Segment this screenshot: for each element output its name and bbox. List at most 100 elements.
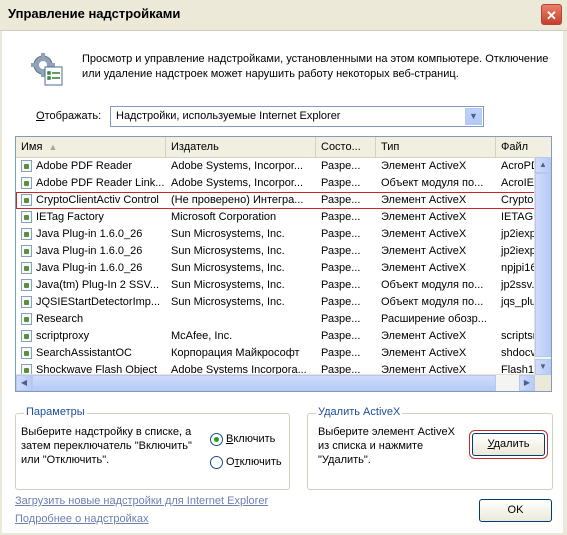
- list-rows: Adobe PDF Reader Adobe Systems, Incorpor.…: [16, 158, 537, 375]
- cell-publisher: Sun Microsystems, Inc.: [171, 245, 285, 257]
- column-header-publisher[interactable]: Издатель: [166, 137, 316, 157]
- close-button[interactable]: ✕: [541, 4, 562, 25]
- disable-radio[interactable]: [210, 456, 223, 469]
- cell-name: SearchAssistantOC: [36, 347, 132, 359]
- cell-file: jqs_plu: [501, 296, 536, 308]
- table-row[interactable]: Java Plug-in 1.6.0_26 Sun Microsystems, I…: [16, 243, 537, 260]
- cell-file: AcroPD: [501, 160, 537, 172]
- cell-file: AcroIEI: [501, 177, 537, 189]
- cell-type: Элемент ActiveX: [381, 211, 467, 223]
- cell-file: IETAG.: [501, 211, 537, 223]
- enable-label[interactable]: Включить: [226, 433, 275, 445]
- sort-up-icon: ▲: [48, 142, 58, 152]
- cell-name: Adobe PDF Reader: [36, 160, 132, 172]
- table-row[interactable]: Java Plug-in 1.6.0_26 Sun Microsystems, I…: [16, 260, 537, 277]
- download-addons-link[interactable]: Загрузить новые надстройки для Internet …: [15, 495, 268, 507]
- cell-file: scriptsn: [501, 330, 537, 342]
- table-row[interactable]: SearchAssistantOC Корпорация Майкрософт Ра…: [16, 345, 537, 362]
- params-text: Выберите надстройку в списке, а затем пе…: [21, 426, 192, 466]
- column-header-name[interactable]: Имя ▲: [16, 137, 166, 157]
- cell-name: Java Plug-in 1.6.0_26: [36, 262, 143, 274]
- remove-legend: Удалить ActiveX: [316, 406, 403, 418]
- cell-state: Разре...: [321, 194, 361, 206]
- cell-publisher: (Не проверено) Интегра...: [171, 194, 304, 206]
- cell-name: Research: [36, 313, 84, 325]
- horizontal-scroll-thumb[interactable]: [32, 375, 496, 391]
- cell-file: jp2iexp: [501, 228, 536, 240]
- cell-state: Разре...: [321, 313, 361, 325]
- filter-select-value: Надстройки, используемые Internet Explor…: [116, 110, 341, 122]
- table-row[interactable]: IETag Factory Microsoft Corporation Разре.…: [16, 209, 537, 226]
- scroll-corner: [535, 375, 551, 391]
- enable-radio[interactable]: [210, 433, 223, 446]
- cell-state: Разре...: [321, 177, 361, 189]
- scroll-right-icon[interactable]: ▶: [519, 375, 535, 391]
- cell-name: IETag Factory: [36, 211, 104, 223]
- remove-button[interactable]: Удалить: [469, 430, 548, 459]
- table-row[interactable]: Research Разре... Расширение обозр...: [16, 311, 537, 328]
- cell-file: shdocv: [501, 347, 536, 359]
- disable-label[interactable]: Отключить: [226, 456, 282, 468]
- cell-publisher: Sun Microsystems, Inc.: [171, 228, 285, 240]
- cell-publisher: Корпорация Майкрософт: [171, 347, 300, 359]
- cell-type: Элемент ActiveX: [381, 330, 467, 342]
- remove-activex-group: Удалить ActiveX Выберите элемент ActiveX…: [307, 406, 553, 490]
- header-description: Просмотр и управление надстройками, уста…: [82, 53, 549, 80]
- table-row[interactable]: Adobe PDF Reader Link... Adobe Systems, I…: [16, 175, 537, 192]
- cell-state: Разре...: [321, 347, 361, 359]
- cell-type: Элемент ActiveX: [381, 347, 467, 359]
- list-header: Имя ▲ Издатель Состо... Тип Файл: [16, 137, 551, 158]
- cell-name: Java Plug-in 1.6.0_26: [36, 245, 143, 257]
- cell-file: jp2ssv.: [501, 279, 535, 291]
- cell-type: Элемент ActiveX: [381, 194, 467, 206]
- scroll-left-icon[interactable]: ◀: [16, 375, 32, 391]
- scroll-up-icon[interactable]: ▲: [535, 157, 551, 173]
- table-row[interactable]: Java(tm) Plug-In 2 SSV... Sun Microsystem…: [16, 277, 537, 294]
- vertical-scroll-thumb[interactable]: [535, 173, 551, 357]
- cell-file: [496, 311, 537, 328]
- more-about-addons-link[interactable]: Подробнее о надстройках: [15, 513, 148, 525]
- column-header-file[interactable]: Файл: [496, 137, 551, 157]
- cell-file: Crypto: [501, 194, 534, 206]
- cell-state: Разре...: [321, 228, 361, 240]
- cell-type: Объект модуля по...: [381, 296, 484, 308]
- column-header-state[interactable]: Состо...: [316, 137, 376, 157]
- cell-type: Элемент ActiveX: [381, 245, 467, 257]
- cell-file: jp2iexp: [501, 245, 536, 257]
- params-group: Параметры Выберите надстройку в списке, …: [15, 406, 290, 490]
- cell-file: npjpi16: [501, 262, 537, 274]
- cell-publisher: Sun Microsystems, Inc.: [171, 296, 285, 308]
- cell-publisher: McAfee, Inc.: [171, 330, 233, 342]
- cell-state: Разре...: [321, 245, 361, 257]
- cell-type: Объект модуля по...: [381, 279, 484, 291]
- column-header-type[interactable]: Тип: [376, 137, 496, 157]
- cell-name: Java Plug-in 1.6.0_26: [36, 228, 143, 240]
- table-row[interactable]: Adobe PDF Reader Adobe Systems, Incorpor.…: [16, 158, 537, 175]
- cell-publisher: Sun Microsystems, Inc.: [171, 262, 285, 274]
- vertical-scrollbar[interactable]: ▲ ▼: [534, 157, 551, 375]
- table-row[interactable]: Java Plug-in 1.6.0_26 Sun Microsystems, I…: [16, 226, 537, 243]
- ok-button[interactable]: OK: [479, 499, 552, 522]
- remove-text: Выберите элемент ActiveX из списка и наж…: [318, 426, 455, 466]
- cell-state: Разре...: [321, 262, 361, 274]
- filter-label: Отображать:: [36, 110, 102, 122]
- cell-state: Разре...: [321, 330, 361, 342]
- cell-publisher: Adobe Systems, Incorpor...: [171, 160, 304, 172]
- table-row[interactable]: JQSIEStartDetectorImp... Sun Microsystems…: [16, 294, 537, 311]
- table-row[interactable]: scriptproxy McAfee, Inc. Разре... Элемент A…: [16, 328, 537, 345]
- filter-select[interactable]: Надстройки, используемые Internet Explor…: [110, 106, 484, 127]
- cell-state: Разре...: [321, 160, 361, 172]
- cell-type: Объект модуля по...: [381, 177, 484, 189]
- table-row[interactable]: CryptoClientActiv Control (Не проверено) …: [16, 192, 537, 209]
- chevron-down-icon[interactable]: ▼: [465, 108, 482, 125]
- window-title: Управление надстройками: [8, 6, 181, 21]
- addons-settings-icon: [30, 52, 64, 86]
- cell-name: JQSIEStartDetectorImp...: [36, 296, 161, 308]
- cell-type: Элемент ActiveX: [381, 160, 467, 172]
- cell-type: Расширение обозр...: [381, 313, 487, 325]
- cell-name: Adobe PDF Reader Link...: [36, 177, 165, 189]
- horizontal-scrollbar[interactable]: ◀ ▶: [16, 374, 535, 391]
- cell-name: CryptoClientActiv Control: [36, 194, 159, 206]
- scroll-down-icon[interactable]: ▼: [535, 359, 551, 375]
- addons-list[interactable]: Имя ▲ Издатель Состо... Тип Файл Adobe PD…: [15, 136, 552, 392]
